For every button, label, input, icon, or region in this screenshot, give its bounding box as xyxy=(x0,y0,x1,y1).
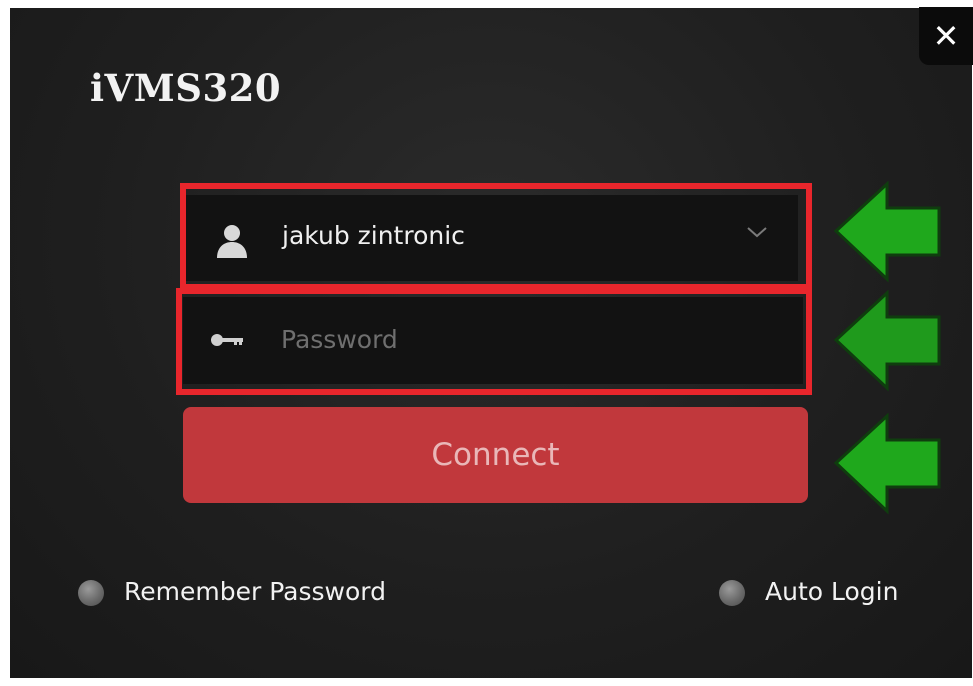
app-title: iVMS320 xyxy=(90,66,282,110)
username-value: jakub zintronic xyxy=(282,221,465,250)
remember-password-label: Remember Password xyxy=(124,577,386,606)
connect-button[interactable]: Connect xyxy=(183,407,808,503)
green-arrow-left-icon xyxy=(833,290,941,392)
close-button[interactable]: ✕ xyxy=(919,7,973,65)
remember-password-radio[interactable] xyxy=(78,580,104,606)
password-field[interactable] xyxy=(183,297,803,384)
auto-login-radio[interactable] xyxy=(719,580,745,606)
green-arrow-left-icon xyxy=(833,413,941,515)
user-icon xyxy=(217,225,247,258)
password-input[interactable] xyxy=(279,319,763,359)
close-icon: ✕ xyxy=(932,17,960,55)
key-icon xyxy=(211,334,243,346)
auto-login-label: Auto Login xyxy=(765,577,899,606)
username-field[interactable]: jakub zintronic xyxy=(186,195,798,281)
green-arrow-left-icon xyxy=(833,181,941,283)
chevron-down-icon[interactable] xyxy=(746,225,768,239)
